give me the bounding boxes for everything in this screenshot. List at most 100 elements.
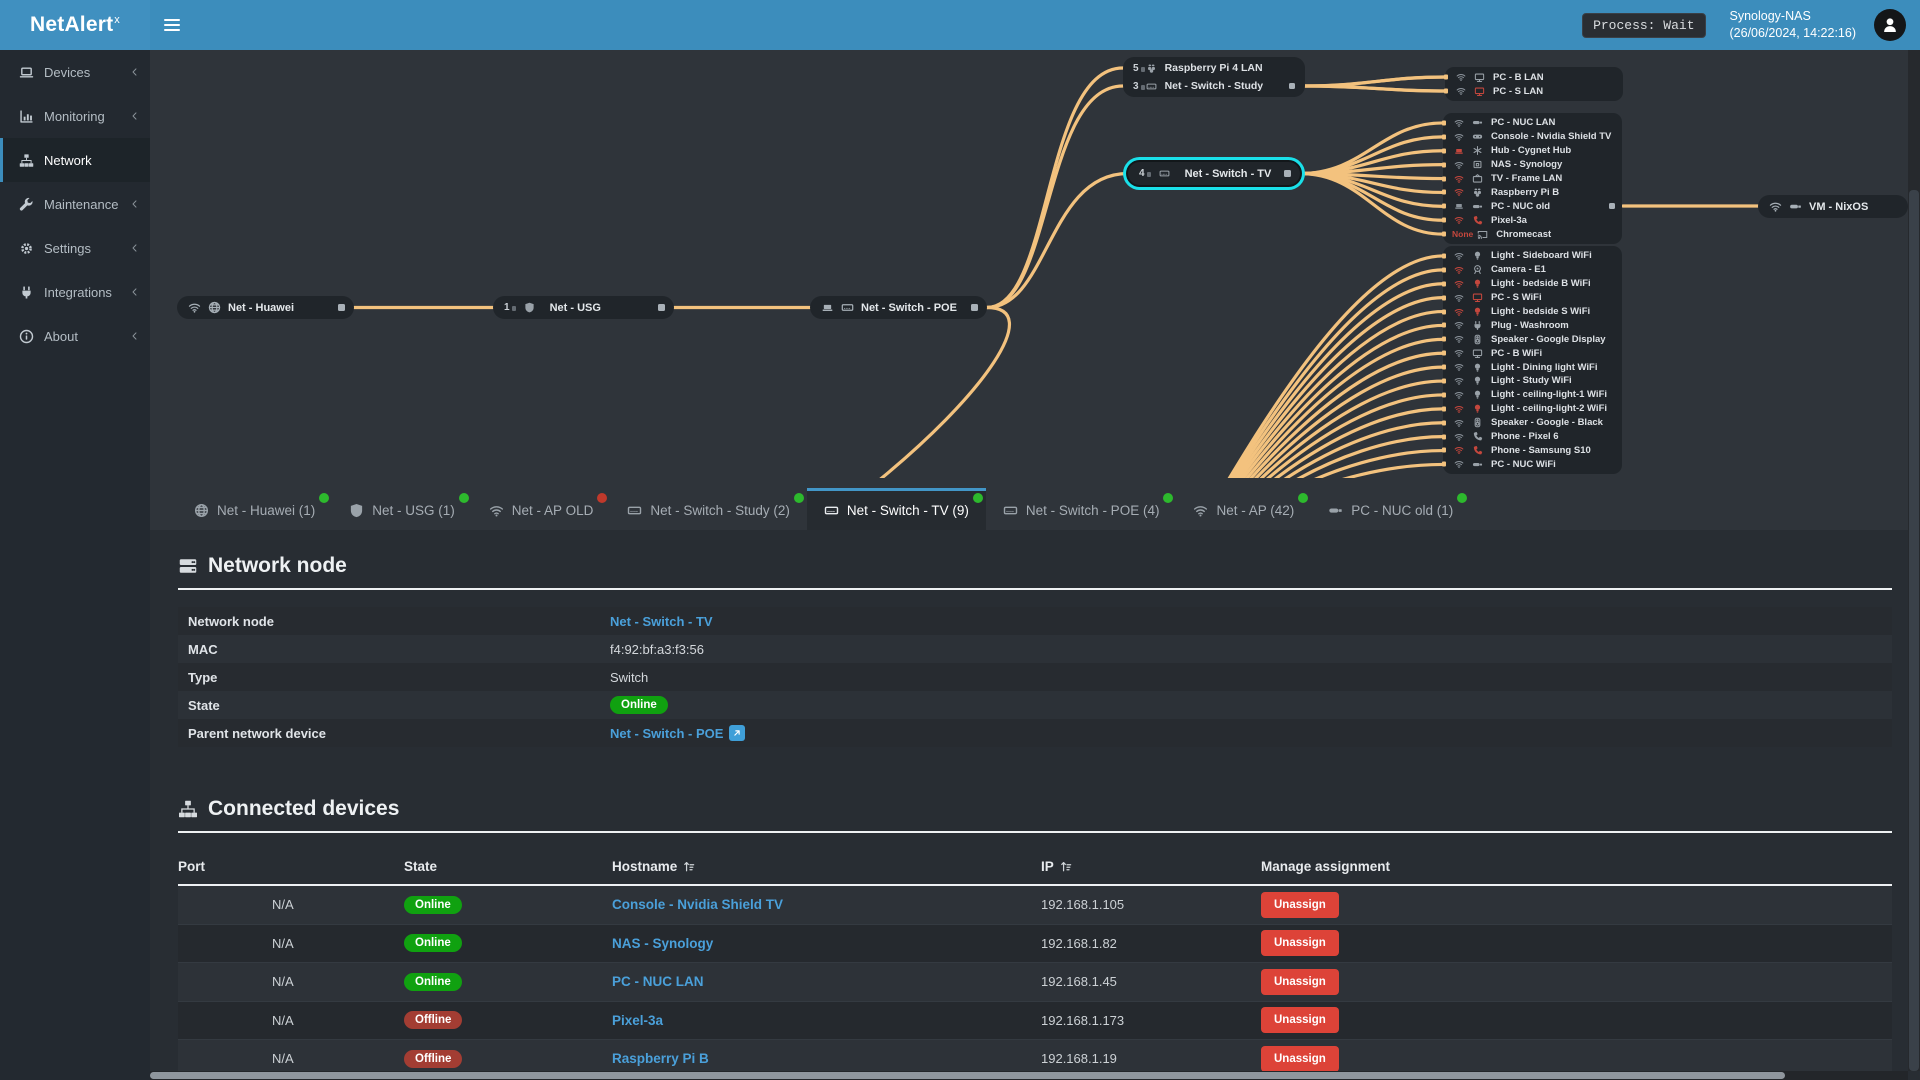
hostname-link[interactable]: PC - NUC LAN <box>612 974 704 989</box>
node-tab[interactable]: Net - AP OLD <box>472 488 611 530</box>
status-dot <box>458 493 469 503</box>
horizontal-scrollbar-thumb[interactable] <box>150 1072 1785 1079</box>
sidebar-item-label: About <box>44 328 78 344</box>
device-row[interactable]: PC - NUC WiFi <box>1442 457 1622 471</box>
wifi-icon <box>1452 118 1465 128</box>
topology-node-row[interactable]: 3 Net - Switch - Study <box>1123 77 1305 95</box>
globe-icon <box>208 301 221 314</box>
move-pan-icon[interactable] <box>1496 12 1522 38</box>
avatar[interactable] <box>1874 9 1906 41</box>
horizontal-scrollbar[interactable] <box>150 1071 1908 1080</box>
device-row[interactable]: None Chromecast <box>1442 227 1622 241</box>
ip-cell: 192.168.1.82 <box>1041 935 1117 951</box>
sidebar-item[interactable]: Maintenance <box>0 182 150 226</box>
edge-stub <box>1442 134 1446 140</box>
device-row[interactable]: Light - ceiling-light-1 WiFi <box>1442 388 1622 402</box>
device-row[interactable]: Light - bedside B WiFi <box>1442 277 1622 291</box>
hostname-link[interactable]: Raspberry Pi B <box>612 1051 709 1066</box>
device-row[interactable]: PC - B LAN <box>1444 70 1623 84</box>
extarrow-icon[interactable] <box>729 725 746 741</box>
device-row[interactable]: Speaker - Google - Black <box>1442 416 1622 430</box>
device-row[interactable]: Light - bedside S WiFi <box>1442 305 1622 319</box>
detail-value-link[interactable]: Net - Switch - TV <box>610 614 713 629</box>
hostname-link[interactable]: Console - Nvidia Shield TV <box>612 897 783 912</box>
sidebar-item[interactable]: Devices <box>0 50 150 94</box>
collapse-handle[interactable] <box>658 304 665 311</box>
nav-forward-icon[interactable] <box>1416 12 1442 38</box>
node-tab-bar: Net - Huawei (1) Net - USG (1) Net - AP … <box>150 478 1920 530</box>
device-row[interactable]: Light - ceiling-light-2 WiFi <box>1442 402 1622 416</box>
device-row[interactable]: Raspberry Pi B <box>1442 185 1622 199</box>
node-tab-label: PC - NUC old (1) <box>1351 503 1454 518</box>
device-label: Console - Nvidia Shield TV <box>1491 131 1612 143</box>
hostname-link[interactable]: NAS - Synology <box>612 936 713 951</box>
wifi-icon <box>1452 404 1465 414</box>
device-row[interactable]: Light - Dining light WiFi <box>1442 360 1622 374</box>
hostname-link[interactable]: Pixel-3a <box>612 1013 663 1028</box>
device-row[interactable]: Pixel-3a <box>1442 213 1622 227</box>
unassign-button[interactable]: Unassign <box>1261 1045 1339 1072</box>
top-bar: NetAlertx Process: Wait Synology-NAS (26… <box>0 0 1920 50</box>
unassign-button[interactable]: Unassign <box>1261 968 1339 995</box>
device-row[interactable]: PC - S WiFi <box>1442 291 1622 305</box>
device-row[interactable]: Plug - Washroom <box>1442 318 1622 332</box>
notifications-bell-icon[interactable] <box>1536 12 1562 38</box>
menu-toggle-icon[interactable] <box>150 0 194 50</box>
edge-stub <box>1442 120 1446 126</box>
device-row[interactable]: PC - B WiFi <box>1442 346 1622 360</box>
node-tab[interactable]: Net - Switch - Study (2) <box>610 488 807 530</box>
wifi-icon <box>489 503 504 518</box>
collapse-handle[interactable] <box>1609 203 1615 210</box>
vertical-scrollbar[interactable] <box>1908 50 1920 1071</box>
chevleft-icon <box>130 111 140 121</box>
node-tab[interactable]: Net - Huawei (1) <box>177 488 332 530</box>
network-topology-diagram[interactable]: Net - Huawei 1 Net - USG Net - Switch - POE… <box>150 50 1920 478</box>
device-row[interactable]: Camera - E1 <box>1442 263 1622 277</box>
device-row[interactable]: PC - NUC LAN <box>1442 116 1622 130</box>
device-row[interactable]: TV - Frame LAN <box>1442 172 1622 186</box>
node-tab[interactable]: PC - NUC old (1) <box>1311 488 1470 530</box>
sidebar-item[interactable]: About <box>0 314 150 358</box>
node-tab[interactable]: Net - Switch - POE (4) <box>986 488 1177 530</box>
unassign-button[interactable]: Unassign <box>1261 891 1339 918</box>
edge-stub <box>1442 162 1446 168</box>
collapse-handle[interactable] <box>1284 170 1291 177</box>
device-row[interactable]: Console - Nvidia Shield TV <box>1442 130 1622 144</box>
device-row[interactable]: Light - Study WiFi <box>1442 374 1622 388</box>
sidebar-item[interactable]: Settings <box>0 226 150 270</box>
device-row[interactable]: PC - S LAN <box>1444 84 1623 98</box>
topology-node-huawei[interactable]: Net - Huawei <box>177 296 354 319</box>
wifi-icon <box>1452 307 1465 317</box>
collapse-handle[interactable] <box>971 304 978 311</box>
sidebar-item-label: Maintenance <box>44 196 119 212</box>
topology-node-row[interactable]: 5 Raspberry Pi 4 LAN <box>1123 59 1305 77</box>
collapse-handle[interactable] <box>338 304 345 311</box>
detail-value-link[interactable]: Net - Switch - POE <box>610 726 723 741</box>
unassign-button[interactable]: Unassign <box>1261 930 1339 957</box>
device-row[interactable]: Phone - Samsung S10 <box>1442 443 1622 457</box>
topology-node-poe[interactable]: Net - Switch - POE <box>810 296 987 319</box>
topology-node-tv[interactable]: 4 Net - Switch - TV <box>1128 162 1300 185</box>
device-row[interactable]: NAS - Synology <box>1442 158 1622 172</box>
node-tab[interactable]: Net - Switch - TV (9) <box>806 488 986 530</box>
sidebar-item[interactable]: Monitoring <box>0 94 150 138</box>
device-row[interactable]: Phone - Pixel 6 <box>1442 430 1622 444</box>
topology-node-usg[interactable]: 1 Net - USG <box>493 296 674 319</box>
device-row[interactable]: Light - Sideboard WiFi <box>1442 249 1622 263</box>
sort-icon[interactable] <box>683 860 696 873</box>
node-tab[interactable]: Net - USG (1) <box>332 488 472 530</box>
vertical-scrollbar-thumb[interactable] <box>1909 190 1919 1071</box>
sort-icon[interactable] <box>1060 860 1073 873</box>
device-row[interactable]: Speaker - Google Display <box>1442 332 1622 346</box>
collapse-handle[interactable] <box>1289 83 1295 89</box>
topology-node-vm[interactable]: VM - NixOS <box>1758 195 1908 218</box>
sidebar-item[interactable]: Network <box>0 138 150 182</box>
app-logo[interactable]: NetAlertx <box>0 0 150 50</box>
node-tab[interactable]: Net - AP (42) <box>1176 488 1311 530</box>
sidebar-item[interactable]: Integrations <box>0 270 150 314</box>
device-row[interactable]: Hub - Cygnet Hub <box>1442 144 1622 158</box>
device-row[interactable]: PC - NUC old <box>1442 199 1622 213</box>
nav-back-icon[interactable] <box>1376 12 1402 38</box>
refresh-icon[interactable] <box>1456 12 1482 38</box>
unassign-button[interactable]: Unassign <box>1261 1007 1339 1034</box>
